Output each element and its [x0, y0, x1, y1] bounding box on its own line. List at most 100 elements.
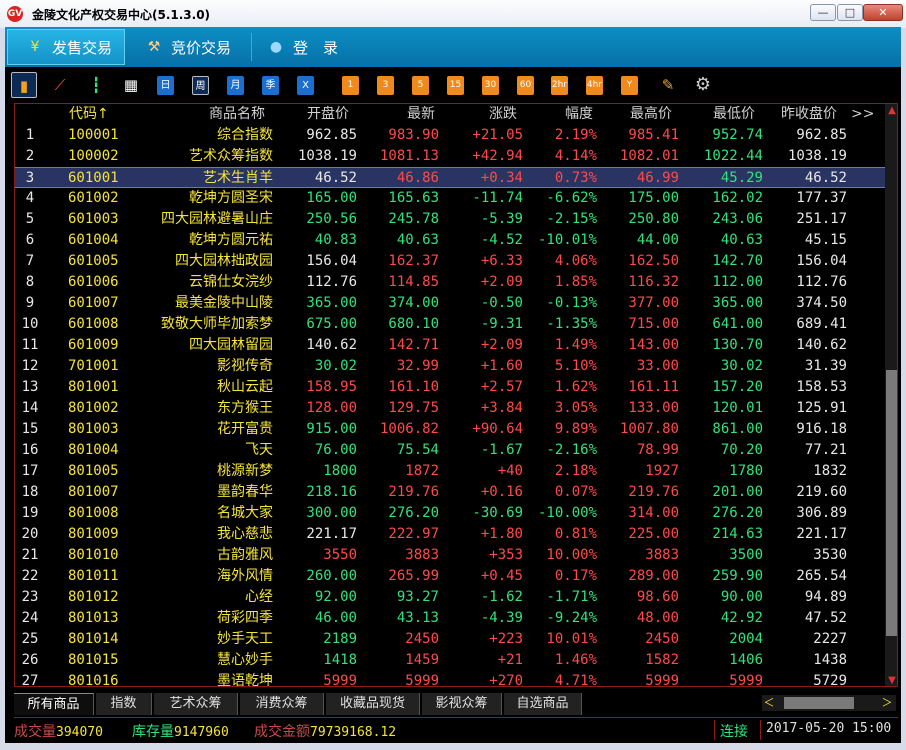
table-row[interactable]: 25 801014 妙手天工 2189 2450 +223 10.01% 2450 2004 22…: [15, 629, 885, 650]
minute-3-button[interactable]: 3: [377, 76, 394, 95]
tab-consumer-crowdfunding[interactable]: 消费众筹: [240, 693, 324, 715]
table-row[interactable]: 24 801013 荷彩四季 46.00 43.13 -4.39 -9.24% 48.00 42…: [15, 608, 885, 629]
cell-open: 140.62: [306, 337, 357, 353]
table-row[interactable]: 27 801016 墨语乾坤 5999 5999 +270 4.71% 5999 5999 572…: [15, 671, 885, 686]
calendar-icon[interactable]: ▦: [118, 72, 144, 98]
stock-value: 9147960: [174, 725, 229, 740]
cell-last: 93.27: [396, 589, 439, 605]
table-row[interactable]: 22 801011 海外风情 260.00 265.99 +0.45 0.17% 289.00…: [15, 566, 885, 587]
scroll-down-icon[interactable]: ▼: [885, 674, 897, 686]
cell-prev: 3530: [813, 547, 847, 563]
cell-code: 601004: [68, 232, 119, 248]
cell-chg: +21.05: [472, 127, 523, 143]
period-day-button[interactable]: 日: [157, 76, 174, 95]
table-row[interactable]: 3 601001 艺术生肖羊 46.52 46.86 +0.34 0.73% 46.99 45.…: [15, 167, 885, 188]
hscroll-thumb[interactable]: [784, 697, 854, 709]
scroll-up-icon[interactable]: ▲: [885, 104, 897, 118]
table-row[interactable]: 4 601002 乾坤方圆圣宋 165.00 165.63 -11.74 -6.62% 175…: [15, 188, 885, 209]
candlestick-icon[interactable]: ┇: [83, 72, 109, 98]
table-row[interactable]: 2 100002 艺术众筹指数 1038.19 1081.13 +42.94 4.14% 10…: [15, 146, 885, 167]
horizontal-scrollbar[interactable]: ＜ ＞: [762, 695, 896, 711]
cell-code: 801014: [68, 631, 119, 647]
table-row[interactable]: 9 601007 最美金陵中山陵 365.00 374.00 -0.50 -0.13% 377…: [15, 293, 885, 314]
minimize-button[interactable]: —: [810, 4, 836, 21]
minute-30-button[interactable]: 30: [482, 76, 499, 95]
cell-open: 46.52: [314, 170, 357, 186]
tab-bidding[interactable]: ⚒ 竞价交易: [145, 29, 255, 65]
table-row[interactable]: 19 801008 名城大家 300.00 276.20 -30.69 -10.00% 314…: [15, 503, 885, 524]
scroll-thumb[interactable]: [886, 370, 897, 636]
col-code-header[interactable]: 代码↑: [69, 104, 109, 124]
table-row[interactable]: 21 801010 古韵雅风 3550 3883 +353 10.00% 3883 3500 35…: [15, 545, 885, 566]
table-row[interactable]: 13 801001 秋山云起 158.95 161.10 +2.57 1.62% 161.11…: [15, 377, 885, 398]
tab-favorites[interactable]: 自选商品: [504, 693, 582, 715]
minute-15-button[interactable]: 15: [447, 76, 464, 95]
cell-prev: 47.52: [804, 610, 847, 626]
cell-prev: 1438: [813, 652, 847, 668]
table-row[interactable]: 12 701001 影视传奇 30.02 32.99 +1.60 5.10% 33.00 30.…: [15, 356, 885, 377]
table-row[interactable]: 6 601004 乾坤方圆元祐 40.83 40.63 -4.52 -10.01% 44.00…: [15, 230, 885, 251]
tab-film-crowdfunding[interactable]: 影视众筹: [422, 693, 502, 715]
year-button[interactable]: Y: [621, 76, 638, 95]
line-chart-icon[interactable]: ⟋: [47, 72, 73, 98]
period-x-button[interactable]: X: [297, 76, 314, 95]
cell-n: 23: [21, 589, 39, 605]
gear-icon[interactable]: ⚙: [690, 72, 716, 98]
table-row[interactable]: 23 801012 心经 92.00 93.27 -1.62 -1.71% 98.60 90.0…: [15, 587, 885, 608]
tab-primary-sale[interactable]: ¥ 发售交易: [7, 29, 125, 65]
close-button[interactable]: ✕: [863, 4, 903, 21]
table-row[interactable]: 17 801005 桃源新梦 1800 1872 +40 2.18% 1927 1780 1832: [15, 461, 885, 482]
more-columns-button[interactable]: >>: [851, 104, 874, 124]
cell-name: 四大园林拙政园: [175, 253, 273, 269]
table-row[interactable]: 14 801002 东方猴王 128.00 129.75 +3.84 3.05% 133.00…: [15, 398, 885, 419]
table-row[interactable]: 20 801009 我心慈悲 221.17 222.97 +1.80 0.81% 225.00…: [15, 524, 885, 545]
col-open-header[interactable]: 开盘价: [307, 104, 349, 124]
scroll-right-icon[interactable]: ＞: [880, 695, 894, 711]
cell-prev: 2227: [813, 631, 847, 647]
minute-1-button[interactable]: 1: [342, 76, 359, 95]
tab-login[interactable]: ● 登 录: [267, 29, 357, 65]
hour-4-button[interactable]: 4hr: [586, 76, 603, 95]
cell-code: 801008: [68, 505, 119, 521]
period-month-button[interactable]: 月: [227, 76, 244, 95]
col-name-header[interactable]: 商品名称: [209, 104, 265, 124]
col-last-header[interactable]: 最新: [407, 104, 435, 124]
col-prev-header[interactable]: 昨收盘价: [781, 104, 837, 124]
cell-low: 365.00: [712, 295, 763, 311]
table-row[interactable]: 18 801007 墨韵春华 218.16 219.76 +0.16 0.07% 219.76…: [15, 482, 885, 503]
datetime-display: 2017-05-20 15:00: [766, 721, 892, 736]
period-week-button[interactable]: 周: [192, 76, 209, 95]
hour-2-button[interactable]: 2hr: [551, 76, 568, 95]
cell-last: 46.86: [396, 170, 439, 186]
table-row[interactable]: 26 801015 慧心妙手 1418 1459 +21 1.46% 1582 1406 1438: [15, 650, 885, 671]
col-high-header[interactable]: 最高价: [630, 104, 672, 124]
table-row[interactable]: 10 601008 致敬大师毕加索梦 675.00 680.10 -9.31 -1.35% 7…: [15, 314, 885, 335]
draw-pen-icon[interactable]: ✎: [655, 72, 681, 98]
period-quarter-button[interactable]: 季: [262, 76, 279, 95]
col-low-header[interactable]: 最低价: [713, 104, 755, 124]
tab-all-goods[interactable]: 所有商品: [14, 693, 94, 715]
table-row[interactable]: 1 100001 综合指数 962.85 983.90 +21.05 2.19% 985.41…: [15, 125, 885, 146]
table-row[interactable]: 7 601005 四大园林拙政园 156.04 162.37 +6.33 4.06% 162.…: [15, 251, 885, 272]
table-row[interactable]: 16 801004 飞天 76.00 75.54 -1.67 -2.16% 78.99 70.2…: [15, 440, 885, 461]
cell-code: 801009: [68, 526, 119, 542]
table-row[interactable]: 11 601009 四大园林留园 140.62 142.71 +2.09 1.49% 143.…: [15, 335, 885, 356]
table-row[interactable]: 8 601006 云锦仕女浣纱 112.76 114.85 +2.09 1.85% 116.3…: [15, 272, 885, 293]
cell-low: 142.70: [712, 253, 763, 269]
tab-collectibles-spot[interactable]: 收藏品现货: [326, 693, 420, 715]
cell-open: 112.76: [306, 274, 357, 290]
minute-5-button[interactable]: 5: [412, 76, 429, 95]
table-row[interactable]: 15 801003 花开富贵 915.00 1006.82 +90.64 9.89% 1007…: [15, 419, 885, 440]
col-change-header[interactable]: 涨跌: [489, 104, 517, 124]
col-percent-header[interactable]: 幅度: [565, 104, 593, 124]
scroll-left-icon[interactable]: ＜: [762, 695, 776, 711]
cell-prev: 112.76: [796, 274, 847, 290]
bar-chart-icon[interactable]: ▮: [11, 72, 37, 98]
tab-art-crowdfunding[interactable]: 艺术众筹: [154, 693, 238, 715]
cell-high: 175.00: [628, 190, 679, 206]
vertical-scrollbar[interactable]: ▲ ▼: [885, 104, 897, 686]
minute-60-button[interactable]: 60: [517, 76, 534, 95]
table-row[interactable]: 5 601003 四大园林避暑山庄 250.56 245.78 -5.39 -2.15% 25…: [15, 209, 885, 230]
tab-index[interactable]: 指数: [96, 693, 152, 715]
maximize-button[interactable]: □: [837, 4, 863, 21]
